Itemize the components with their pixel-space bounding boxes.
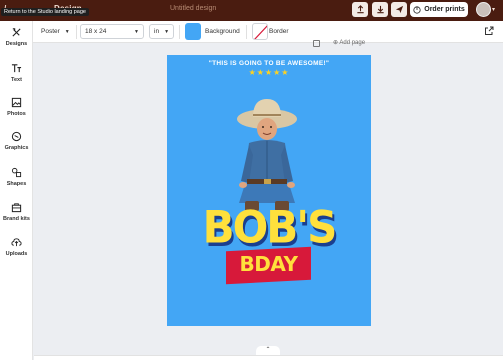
border-label[interactable]: Border: [269, 28, 289, 35]
poster-subheadline[interactable]: BDAY: [226, 252, 311, 276]
sidebar-item-brand-kits[interactable]: Brand kits: [0, 202, 33, 232]
page-strip: [34, 355, 503, 360]
divider: [76, 25, 77, 39]
border-swatch[interactable]: [252, 23, 268, 40]
duplicate-page-icon[interactable]: [313, 40, 320, 47]
upload-button[interactable]: [352, 2, 368, 17]
document-title[interactable]: Untitled design: [170, 5, 216, 12]
background-color-swatch[interactable]: [185, 23, 201, 40]
download-icon: [376, 5, 384, 14]
product-type-value: Poster: [41, 28, 60, 35]
sidebar-item-designs[interactable]: Designs: [0, 27, 33, 57]
order-icon: [413, 5, 421, 14]
sidebar-item-label: Graphics: [4, 145, 29, 151]
poster-quote[interactable]: "THIS IS GOING TO BE AWESOME!": [167, 60, 371, 67]
chevron-down-icon: ▼: [134, 28, 139, 35]
designs-icon: [12, 28, 21, 37]
avatar[interactable]: [476, 2, 491, 17]
send-button[interactable]: [391, 2, 407, 17]
share-icon[interactable]: [484, 26, 494, 36]
divider: [179, 25, 180, 39]
poster-headline[interactable]: BOB'S: [167, 202, 371, 253]
chevron-down-icon[interactable]: ▾: [492, 6, 495, 13]
size-value: 18 x 24: [85, 28, 107, 35]
download-button[interactable]: [372, 2, 388, 17]
background-label[interactable]: Background: [205, 28, 240, 35]
toolbar: Poster ▼ 18 x 24 ▼ in ▼ Background Borde…: [33, 21, 503, 43]
uploads-icon: [11, 238, 22, 247]
sidebar-item-graphics[interactable]: Graphics: [0, 131, 33, 161]
sidebar-item-shapes[interactable]: Shapes: [0, 167, 33, 197]
poster-canvas[interactable]: "THIS IS GOING TO BE AWESOME!" ★★★★★ BOB…: [167, 55, 371, 326]
sidebar-item-label: Designs: [5, 41, 28, 47]
sidebar-item-uploads[interactable]: Uploads: [0, 237, 33, 267]
divider: [246, 25, 247, 39]
sidebar-item-label: Uploads: [5, 251, 28, 257]
order-prints-label: Order prints: [424, 6, 465, 13]
sidebar: Designs Text Photos Graphics Shapes Bran…: [0, 21, 33, 360]
product-type-dropdown[interactable]: Poster ▼: [37, 24, 73, 39]
sidebar-item-text[interactable]: Text: [0, 63, 33, 93]
graphics-icon: [11, 131, 22, 142]
photo-cowboy-kid[interactable]: [229, 95, 313, 215]
sidebar-item-label: Brand kits: [3, 216, 30, 222]
sidebar-item-label: Text: [11, 77, 22, 83]
add-page-button[interactable]: ⊕ Add page: [333, 39, 365, 46]
order-prints-button[interactable]: Order prints: [410, 2, 468, 17]
shapes-icon: [11, 167, 22, 178]
no-border-icon: [254, 25, 267, 39]
chevron-down-icon: ▼: [164, 28, 170, 35]
unit-value: in: [154, 28, 160, 35]
send-icon: [395, 5, 403, 14]
sidebar-item-label: Photos: [7, 111, 26, 117]
size-dropdown[interactable]: 18 x 24 ▼: [80, 24, 144, 39]
tooltip: Return to the Studio landing page: [1, 8, 89, 16]
chevron-up-icon[interactable]: ⌃: [256, 346, 280, 355]
sidebar-item-photos[interactable]: Photos: [0, 97, 33, 127]
text-icon: [11, 64, 22, 73]
star-rating[interactable]: ★★★★★: [167, 68, 371, 77]
brand-kits-icon: [11, 203, 22, 213]
photos-icon: [11, 97, 22, 108]
upload-icon: [356, 5, 364, 14]
unit-dropdown[interactable]: in ▼: [149, 24, 174, 39]
add-page-label: Add page: [339, 40, 366, 46]
top-bar: / Design Return to the Studio landing pa…: [0, 0, 503, 21]
sidebar-item-label: Shapes: [6, 181, 27, 187]
chevron-down-icon: ▼: [64, 28, 70, 35]
